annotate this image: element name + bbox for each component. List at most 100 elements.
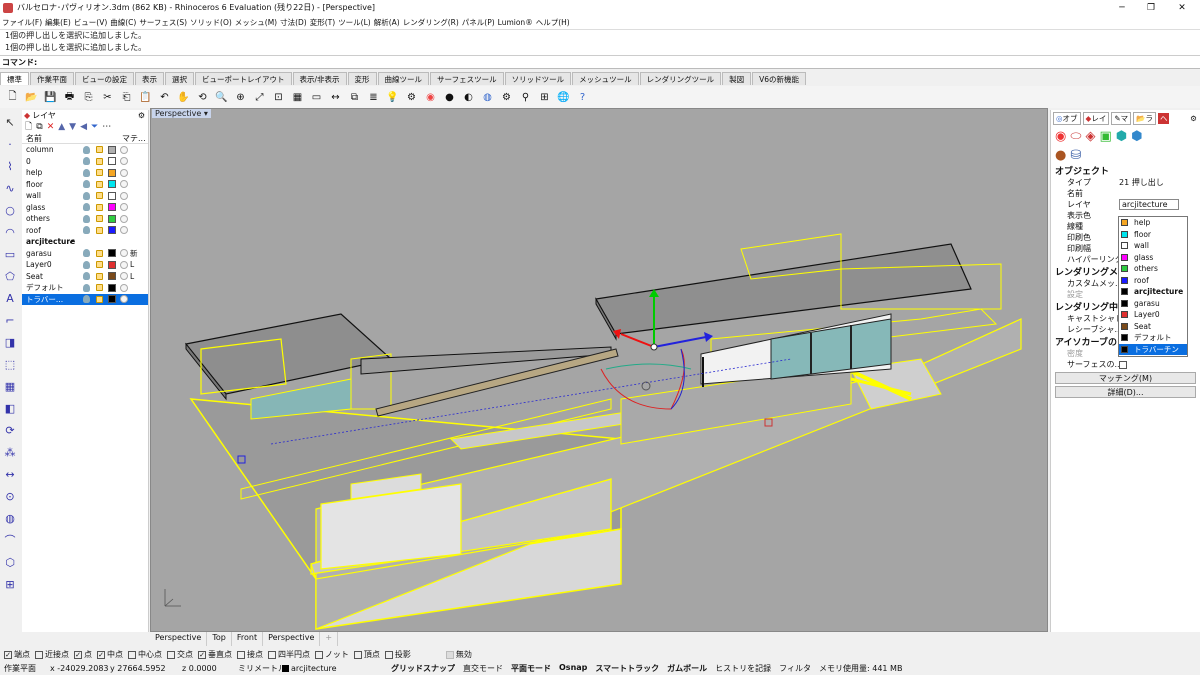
delete-layer-icon[interactable]: ✕	[47, 122, 55, 132]
dropdown-item[interactable]: floor	[1119, 229, 1187, 241]
layer-row[interactable]: wall	[22, 190, 148, 202]
osnap-checkbox[interactable]	[167, 650, 175, 659]
new-file-icon[interactable]: 🗋	[4, 89, 21, 106]
zoom-selected-icon[interactable]: ⊡	[270, 89, 287, 106]
texture-mapping-icon[interactable]: ◈	[1085, 129, 1095, 144]
property-value[interactable]: arcjitecture	[1119, 199, 1179, 210]
toolbar-tab[interactable]: 作業平面	[30, 72, 74, 85]
toolbar-tab[interactable]: メッシュツール	[572, 72, 639, 85]
material-circle-icon[interactable]	[120, 295, 128, 304]
layer-row[interactable]: roof	[22, 225, 148, 237]
osnap-9[interactable]: ノット	[315, 649, 349, 660]
displacement-icon[interactable]: ●	[1055, 148, 1066, 163]
osnap-3[interactable]: ✓ 中点	[97, 649, 123, 660]
rotate-view-icon[interactable]: ⟲	[194, 89, 211, 106]
fillet-icon[interactable]: ⌐	[1, 310, 19, 330]
panel-settings-icon[interactable]: ⚙	[1190, 114, 1197, 123]
material-circle-icon[interactable]	[120, 283, 128, 292]
layer-row[interactable]: glass	[22, 202, 148, 214]
minimize-button[interactable]: ─	[1108, 0, 1136, 15]
lock-icon[interactable]	[96, 169, 103, 177]
dropdown-item[interactable]: トラバーチン	[1119, 343, 1187, 355]
layer-color-swatch[interactable]	[108, 260, 116, 269]
material-circle-icon[interactable]	[120, 226, 128, 235]
menu-item[interactable]: パネル(P)	[462, 17, 495, 28]
copy-icon[interactable]: ⎗	[118, 89, 135, 106]
menu-item[interactable]: ツール(L)	[338, 17, 371, 28]
more-tools-icon[interactable]: ⊞	[1, 574, 19, 594]
dimension-icon[interactable]: ↔	[1, 464, 19, 484]
layer-color-swatch[interactable]	[108, 214, 116, 223]
menu-item[interactable]: 解析(A)	[374, 17, 400, 28]
layer-color-swatch[interactable]	[108, 203, 116, 212]
osnap-4[interactable]: 中心点	[128, 649, 162, 660]
lock-icon[interactable]	[96, 203, 103, 211]
close-button[interactable]: ✕	[1168, 0, 1196, 15]
status-mode[interactable]: Osnap	[559, 663, 587, 674]
osnap-checkbox[interactable]: ✓	[97, 650, 105, 659]
details-button[interactable]: 詳細(D)...	[1055, 386, 1196, 398]
perspective-viewport[interactable]	[150, 108, 1048, 632]
osnap-checkbox[interactable]	[315, 650, 323, 659]
menu-item[interactable]: ビュー(V)	[74, 17, 107, 28]
lock-icon[interactable]	[96, 215, 103, 223]
layer-row[interactable]: Layer0 L	[22, 259, 148, 271]
visible-bulb-icon[interactable]	[83, 180, 90, 189]
properties-icon[interactable]: ⚙	[403, 89, 420, 106]
layer-row[interactable]: garasu 新	[22, 248, 148, 260]
open-file-icon[interactable]: 📂	[23, 89, 40, 106]
rectangle-icon[interactable]: ▭	[1, 244, 19, 264]
dropdown-item[interactable]: help	[1119, 217, 1187, 229]
material-circle-icon[interactable]	[120, 260, 128, 269]
lock-icon[interactable]	[96, 192, 103, 200]
menu-item[interactable]: 編集(E)	[45, 17, 71, 28]
point-icon[interactable]: ·	[1, 134, 19, 154]
visible-bulb-icon[interactable]	[83, 249, 90, 258]
osnap-checkbox[interactable]	[128, 650, 136, 659]
menu-item[interactable]: 変形(T)	[310, 17, 335, 28]
viewport-tab[interactable]: Perspective	[263, 632, 321, 646]
status-mode[interactable]: ヒストリを記録	[715, 663, 771, 674]
options-icon[interactable]: ⚙	[498, 89, 515, 106]
move-icon[interactable]: ↔	[327, 89, 344, 106]
tab-properties[interactable]: ◎オブ	[1053, 111, 1081, 125]
toolbar-tab[interactable]: 選択	[165, 72, 194, 85]
visible-bulb-icon[interactable]	[83, 145, 90, 154]
copy-object-icon[interactable]: ⧉	[346, 89, 363, 106]
surface-iso-checkbox[interactable]	[1119, 360, 1127, 369]
move-down-icon[interactable]: ▼	[69, 122, 76, 132]
material-icon[interactable]: ⬭	[1070, 129, 1081, 144]
object-properties-icon[interactable]: ◉	[1055, 129, 1066, 144]
layer-dropdown-list[interactable]: help floor wall glass others roof arcjitecture…	[1118, 216, 1188, 357]
print-icon[interactable]: 🖶	[61, 89, 78, 106]
osnap-checkbox[interactable]	[237, 650, 245, 659]
tab-materials[interactable]: ✎マ	[1111, 111, 1132, 125]
property-value[interactable]: 21 押し出し	[1119, 177, 1164, 188]
osnap-icon[interactable]: ⊞	[536, 89, 553, 106]
material-circle-icon[interactable]	[120, 168, 128, 177]
dropdown-item[interactable]: Layer0	[1119, 309, 1187, 321]
light-icon[interactable]: 💡	[384, 89, 401, 106]
toolbar-tab[interactable]: 標準	[0, 72, 29, 85]
osnap-checkbox[interactable]	[384, 650, 393, 659]
layer-color-swatch[interactable]	[108, 283, 116, 292]
dropdown-item[interactable]: roof	[1119, 275, 1187, 287]
viewport-tab[interactable]: Front	[232, 632, 264, 646]
menu-item[interactable]: ヘルプ(H)	[536, 17, 570, 28]
layer-tools-icon[interactable]: ⋯	[102, 122, 111, 132]
layer-color-swatch[interactable]	[108, 180, 116, 189]
undo-icon[interactable]: ↶	[156, 89, 173, 106]
osnap-checkbox[interactable]: ✓	[74, 650, 82, 659]
layer-row[interactable]: column	[22, 144, 148, 156]
tab-libraries[interactable]: 📂ラ	[1133, 111, 1156, 125]
toolbar-tab[interactable]: レンダリングツール	[639, 72, 722, 85]
layer-row[interactable]: help	[22, 167, 148, 179]
analyze-icon[interactable]: ⊙	[1, 486, 19, 506]
cplane-icon[interactable]: ▭	[308, 89, 325, 106]
osnap-10[interactable]: 頂点	[353, 649, 380, 660]
osnap-11[interactable]: 投影	[384, 649, 411, 660]
rendered-icon[interactable]: ◐	[460, 89, 477, 106]
toolbar-tab[interactable]: 曲線ツール	[377, 72, 430, 85]
new-sublayer-icon[interactable]: ⧉	[36, 122, 42, 132]
drafting-icon[interactable]: ⌒	[1, 530, 19, 550]
